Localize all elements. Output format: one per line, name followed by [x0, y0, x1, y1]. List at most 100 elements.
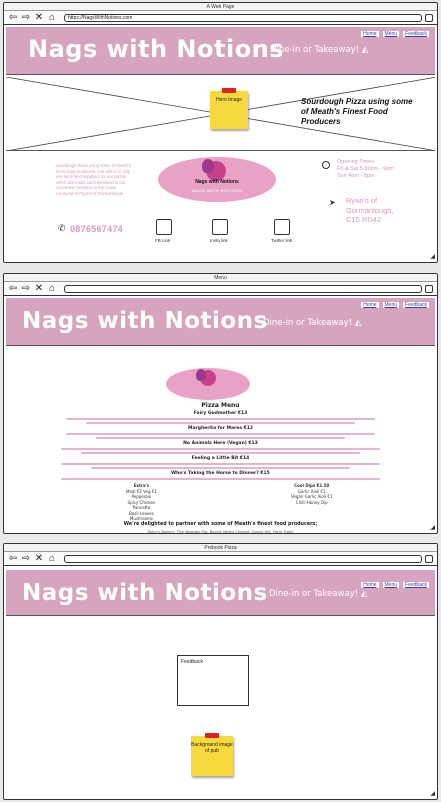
dips-column: Cool Dips €1.50 Garlic Aioli €1 Vegan Ga…: [291, 483, 333, 505]
browser-window-home: A Web Page ⇦ ⇨ ✕ ⌂ https://NagsWithNotio…: [3, 2, 438, 263]
instagram-link-label[interactable]: Insta link: [210, 238, 228, 243]
partners-heading: We're delighted to partner with some of …: [123, 522, 318, 527]
nav-menu: Home Menu Feedback: [361, 31, 429, 37]
pizza-icon: ◭: [360, 589, 368, 599]
hero-image-note: Hero Image: [210, 88, 248, 129]
mane-icon: [202, 159, 214, 173]
logo-title: Nags with Notions: [195, 179, 239, 185]
location-arrow-icon: ➤: [329, 198, 336, 207]
home-icon[interactable]: ⌂: [47, 12, 57, 23]
nav-menu: Home Menu Feedback: [361, 302, 429, 308]
nav-home[interactable]: Home: [361, 31, 379, 37]
pizza-icon: ◭: [361, 45, 369, 55]
pizza-item: No Animals Here (Vegan) €13: [183, 441, 258, 446]
partners-list: Ruby's Bakery, The Wooden Pig, Boyne Val…: [147, 529, 294, 534]
window-title: Menu: [4, 274, 437, 282]
pizza-item: Feeling a Little Bit €14: [191, 456, 250, 461]
menu-description-line: [61, 478, 380, 480]
window-title: A Web Page: [4, 3, 437, 11]
hero-section: Hero Image Sourdough Pizza using some of…: [6, 77, 435, 151]
window-title: Prebook Pizza: [4, 544, 437, 552]
background-image-note: Background image of pub: [191, 733, 233, 776]
mane-icon: [196, 369, 206, 381]
browser-toolbar: ⇦ ⇨ ✕ ⌂ https://NagsWithNotions.com: [4, 11, 437, 25]
info-section: Sourdough Pizza using some of Meath's fi…: [6, 153, 435, 261]
nav-home[interactable]: Home: [361, 302, 379, 308]
browser-window-menu: Menu ⇦ ⇨ ✕ ⌂ Nags with Notions Dine-in o…: [3, 273, 438, 534]
menu-logo: [166, 368, 250, 400]
url-bar[interactable]: https://NagsWithNotions.com: [64, 13, 422, 22]
back-arrow-icon[interactable]: ⇦: [8, 553, 18, 564]
site-brand[interactable]: Nags with Notions: [22, 580, 268, 606]
home-icon[interactable]: ⌂: [47, 283, 57, 294]
back-arrow-icon[interactable]: ⇦: [8, 283, 18, 294]
nav-menu-link[interactable]: Menu: [382, 582, 400, 588]
menu-description-line: [66, 433, 375, 435]
resize-grip-icon[interactable]: ◢: [430, 790, 435, 797]
menu-image: Pizza Menu Fairy Godmother €13 Margherit…: [6, 352, 435, 533]
feedback-form[interactable]: Feedback: [177, 655, 249, 706]
forward-arrow-icon[interactable]: ⇨: [21, 553, 31, 564]
back-arrow-icon[interactable]: ⇦: [8, 12, 18, 23]
site-brand[interactable]: Nags with Notions: [28, 35, 284, 63]
close-icon[interactable]: ✕: [34, 283, 44, 294]
home-icon[interactable]: ⌂: [47, 553, 57, 564]
search-icon[interactable]: [425, 284, 433, 293]
search-icon[interactable]: [425, 13, 433, 22]
site-brand[interactable]: Nags with Notions: [22, 308, 268, 334]
browser-toolbar: ⇦ ⇨ ✕ ⌂: [4, 282, 437, 296]
opening-hours: Opening Times: Fri & Sat 5.30pm - 9pm Su…: [337, 159, 394, 179]
facebook-link-box[interactable]: [156, 219, 172, 235]
resize-grip-icon[interactable]: ◢: [430, 253, 435, 260]
address: Ryan's of Gormanlough, C15 RD42: [346, 196, 394, 224]
close-icon[interactable]: ✕: [34, 12, 44, 23]
pizza-item: Margherita for Mares €12: [187, 426, 253, 431]
pin-icon: [222, 88, 236, 93]
site-header: Nags with Notions Dine-in or Takeaway! ◭…: [6, 298, 435, 346]
phone-icon: ✆: [58, 223, 66, 233]
nav-menu-link[interactable]: Menu: [382, 31, 400, 37]
logo-subtitle: NAGS WITH NOTIONS: [191, 188, 243, 193]
site-header: Nags with Notions Dine-in or Takeaway! ◭…: [6, 27, 435, 75]
extras-column: Extra's Meal €2 Veg €1 Pepperoni Spicy C…: [126, 483, 157, 521]
pizza-item: Who's Taking the Horse to Dinner? €15: [171, 471, 270, 476]
twitter-link-label[interactable]: Twitter link: [271, 238, 292, 243]
nav-feedback[interactable]: Feedback: [403, 302, 429, 308]
menu-description-line: [91, 467, 350, 469]
pin-icon: [205, 733, 219, 738]
pizza-item: Fairy Godmother €13: [193, 411, 248, 416]
facebook-link-label[interactable]: FB Link: [155, 238, 170, 243]
nav-feedback[interactable]: Feedback: [403, 582, 429, 588]
instagram-link-box[interactable]: [212, 219, 228, 235]
forward-arrow-icon[interactable]: ⇨: [21, 283, 31, 294]
menu-description-line: [61, 463, 380, 465]
phone-number[interactable]: 0876567474: [70, 224, 123, 234]
site-header: Nags with Notions Dine-in or Takeaway! ◭…: [6, 570, 435, 616]
twitter-link-box[interactable]: [274, 219, 290, 235]
browser-toolbar: ⇦ ⇨ ✕ ⌂: [4, 552, 437, 566]
close-icon[interactable]: ✕: [34, 553, 44, 564]
pizza-icon: ◭: [354, 318, 362, 328]
hero-caption: Sourdough Pizza using some of Meath's Fi…: [301, 97, 413, 126]
tagline: Dine-in or Takeaway! ◭: [263, 318, 362, 328]
url-bar[interactable]: [64, 554, 422, 563]
nav-home[interactable]: Home: [361, 582, 379, 588]
nav-menu-link[interactable]: Menu: [382, 302, 400, 308]
menu-description-line: [81, 452, 360, 454]
nav-menu: Home Menu Feedback: [361, 582, 429, 588]
search-icon[interactable]: [425, 554, 433, 563]
menu-description-line: [86, 422, 355, 424]
about-text: Sourdough Pizza using some of Meath's fi…: [56, 163, 131, 196]
tagline: Dine-in or Takeaway! ◭: [270, 45, 369, 55]
resize-grip-icon[interactable]: ◢: [430, 524, 435, 531]
feedback-label: Feedback: [181, 659, 203, 665]
menu-description-line: [66, 418, 375, 420]
browser-window-prebook: Prebook Pizza ⇦ ⇨ ✕ ⌂ Nags with Notions …: [3, 543, 438, 800]
clock-icon: [322, 161, 330, 169]
forward-arrow-icon[interactable]: ⇨: [21, 12, 31, 23]
url-bar[interactable]: [64, 284, 422, 293]
logo[interactable]: Nags with Notions NAGS WITH NOTIONS: [158, 157, 276, 202]
tagline: Dine-in or Takeaway! ◭: [269, 589, 368, 599]
nav-feedback[interactable]: Feedback: [403, 31, 429, 37]
menu-title: Pizza Menu: [201, 402, 240, 409]
